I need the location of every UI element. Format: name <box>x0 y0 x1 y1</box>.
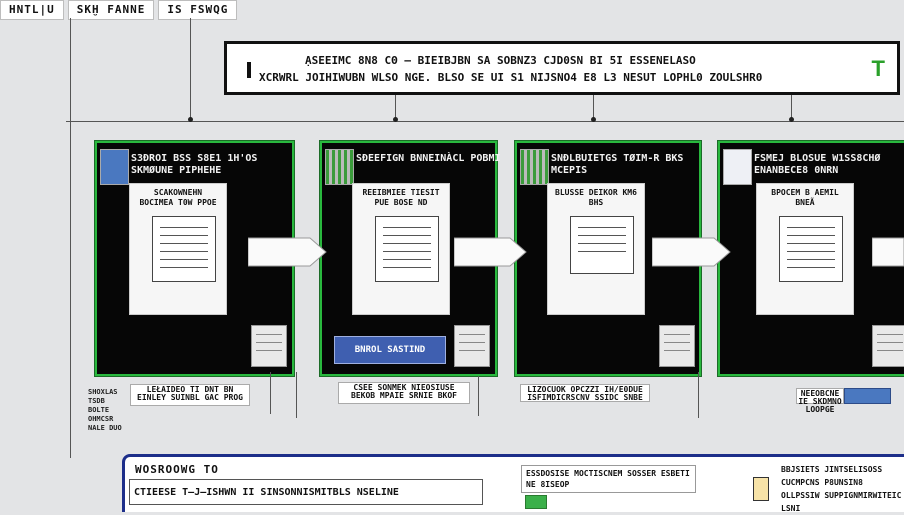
panel-label: FSMEJ BLOSUE W1SS8CHØ ENANBECE8 0NRN <box>754 153 881 176</box>
status-bar <box>844 388 891 404</box>
document-page <box>152 216 216 282</box>
document-title: SCAKOWNEHN BOCIMEA T0W PPOE <box>139 188 217 207</box>
document-title: BPOCEM B AEMIL BNEÃ <box>771 188 839 207</box>
panel-thumbnail <box>325 149 354 185</box>
panel-thumbnail <box>723 149 752 185</box>
step-caption-1: LEŁAIDEO TI DNT BN EINLEY SUINBL GAC PRO… <box>130 384 250 406</box>
header-box: ẠSEEIMC 8N8 CΘ — BIEIBJBN SA SOBNZ3 CJD0… <box>224 41 900 95</box>
flow-arrow-icon <box>248 236 328 268</box>
bottom-description: BBJSIETS JINTSELISOSS CUCMPCNS P8UNSIN8 … <box>781 465 902 513</box>
note-icon <box>753 477 769 501</box>
document-page <box>779 216 843 282</box>
step-caption-2: CSEE SONMEK NIEOSIUSE BEKOB MPAIE SRNIE … <box>338 382 470 404</box>
tab-1[interactable]: HNTL|U <box>0 0 64 20</box>
connector-line <box>478 376 479 416</box>
panel-thumbnail <box>520 149 549 185</box>
logo: T <box>871 56 885 81</box>
header-line-2: XCRWRL JOIHIWUBN WLSO NGE. BLSO SE UI S1… <box>259 71 763 84</box>
panel-action-button[interactable]: BNROL SASTIND <box>334 336 446 364</box>
document-title: BLUSSE DEIKOR KM6 BHS <box>555 188 637 207</box>
flow-arrow-icon <box>454 236 528 268</box>
side-note: SHOXLAS TSDB BOLTE OHMCSR NALE DUO <box>88 388 122 432</box>
document-page <box>570 216 634 274</box>
tab-2[interactable]: SKḪ FANNE <box>67 0 155 20</box>
step-caption-3: LIZOCUOK OPCZZI IH/E0DUE ISFIMDICRSCNV S… <box>520 384 650 402</box>
mini-document <box>454 325 490 367</box>
document-card: BPOCEM B AEMIL BNEÃ <box>756 183 854 315</box>
panel-label: SNĐLBUIETGS TØIM-R BKS MCEPIS <box>551 153 684 176</box>
bottom-summary-panel: WOSROOWG TO CTIEESE T—J—ISHWN II SINSONN… <box>122 454 904 513</box>
document-card: REEIBMIEE TIESIT PUE BOSE ND <box>352 183 450 315</box>
header-marker <box>247 62 251 78</box>
left-guide-line <box>70 18 71 458</box>
panel-thumbnail <box>100 149 129 185</box>
timeline-node <box>393 117 398 122</box>
panel-label: S3ĐROI BSS S8E1 1H'OS SKMØUNE PIPHEHE <box>131 153 258 176</box>
document-card: BLUSSE DEIKOR KM6 BHS <box>547 183 645 315</box>
document-card: SCAKOWNEHN BOCIMEA T0W PPOE <box>129 183 227 315</box>
tab-3[interactable]: IS FSWQG <box>158 0 238 20</box>
document-page <box>375 216 439 282</box>
bottom-text-field[interactable]: CTIEESE T—J—ISHWN II SINSONNISMITBLS NSE… <box>129 479 483 505</box>
header-line-1: ẠSEEIMC 8N8 CΘ — BIEIBJBN SA SOBNZ3 CJD0… <box>305 54 696 67</box>
connector-line <box>190 18 191 118</box>
mini-document <box>251 325 287 367</box>
top-tab-strip: HNTL|U SKḪ FANNE IS FSWQG <box>0 0 238 20</box>
bottom-title: WOSROOWG TO <box>135 463 219 476</box>
connector-line <box>296 372 297 418</box>
mini-document <box>659 325 695 367</box>
timeline-node <box>591 117 596 122</box>
document-title: REEIBMIEE TIESIT PUE BOSE ND <box>362 188 440 207</box>
flow-arrow-icon <box>652 236 732 268</box>
timeline-node <box>789 117 794 122</box>
status-icon <box>525 495 547 509</box>
mini-document <box>872 325 904 367</box>
timeline-node <box>188 117 193 122</box>
flow-arrow-icon <box>872 236 904 268</box>
panel-label: SĐEEFIGN BNNEINÀCL POBMI <box>356 153 501 164</box>
connector-line <box>270 372 271 414</box>
bottom-info-box: ESSDOSISE MOCTISCNEM SOSSER ESBETI NE 8I… <box>521 465 696 493</box>
step-caption-4: NEEOBCNE IE SKDMNO LOOPGE <box>796 388 844 414</box>
connector-line <box>698 372 699 418</box>
